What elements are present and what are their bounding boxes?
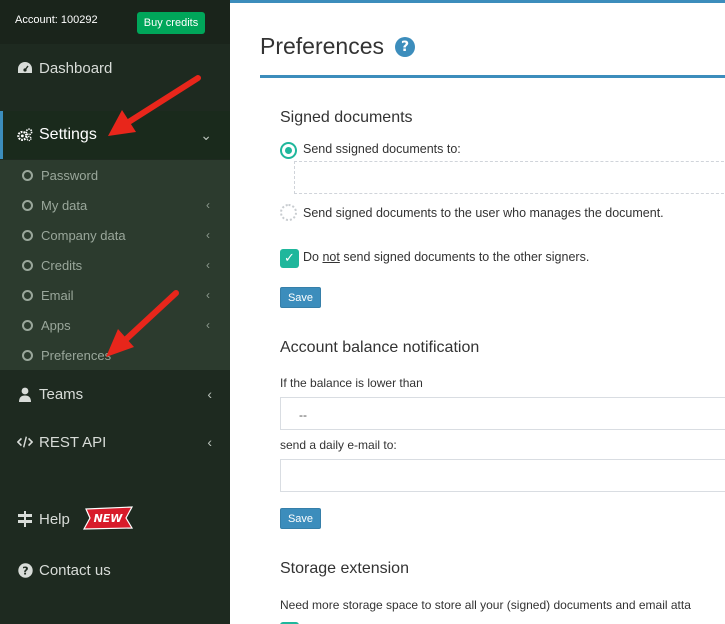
help-icon[interactable]: ? bbox=[395, 37, 415, 57]
sub-item-label: My data bbox=[41, 197, 88, 213]
user-icon bbox=[17, 386, 33, 402]
circle-icon bbox=[22, 199, 33, 211]
threshold-select-value: -- bbox=[299, 408, 307, 422]
checkbox-label-not: not bbox=[322, 250, 340, 264]
sub-item-my-data[interactable]: My data ‹ bbox=[0, 190, 230, 220]
sub-item-label: Company data bbox=[41, 227, 126, 243]
nav-dashboard[interactable]: Dashboard bbox=[0, 52, 230, 84]
sub-item-credits[interactable]: Credits ‹ bbox=[0, 250, 230, 280]
nav-settings-label: Settings bbox=[39, 126, 97, 143]
sub-item-password[interactable]: Password bbox=[0, 160, 230, 190]
svg-text:?: ? bbox=[22, 564, 28, 577]
sub-item-label: Credits bbox=[41, 257, 83, 273]
sub-item-preferences[interactable]: Preferences bbox=[0, 340, 230, 370]
chevron-left-icon: ‹ bbox=[207, 434, 212, 450]
sub-item-company-data[interactable]: Company data ‹ bbox=[0, 220, 230, 250]
circle-icon bbox=[22, 169, 33, 181]
sub-item-label: Preferences bbox=[41, 347, 112, 363]
nav-teams-label: Teams bbox=[39, 385, 84, 403]
gears-icon bbox=[17, 127, 33, 143]
no-send-signers-checkbox[interactable]: ✓ bbox=[280, 249, 299, 268]
send-to-email-field[interactable] bbox=[294, 161, 725, 194]
sub-item-label: Email bbox=[41, 287, 74, 303]
sub-item-label: Apps bbox=[41, 317, 71, 333]
chevron-left-icon: ‹ bbox=[207, 386, 212, 402]
radio-send-to-label: Send ssigned documents to: bbox=[303, 142, 461, 156]
buy-credits-button[interactable]: Buy credits bbox=[137, 12, 205, 34]
nav-settings[interactable]: Settings ⌄ bbox=[0, 111, 230, 159]
main-content: Preferences ? Signed documents Send ssig… bbox=[230, 0, 725, 624]
checkbox-label-post: send signed documents to the other signe… bbox=[339, 250, 590, 264]
circle-icon bbox=[22, 229, 33, 241]
radio-send-to-manager[interactable] bbox=[280, 204, 297, 221]
title-divider bbox=[260, 75, 725, 78]
sidebar: Account: 100292 Buy credits Dashboard Se… bbox=[0, 0, 230, 624]
nav-dashboard-label: Dashboard bbox=[39, 59, 113, 77]
account-bar: Account: 100292 Buy credits bbox=[0, 0, 230, 44]
code-icon bbox=[17, 434, 33, 450]
chevron-left-icon: ‹ bbox=[206, 318, 210, 332]
save-button-signed-documents[interactable]: Save bbox=[280, 287, 321, 308]
circle-icon bbox=[22, 259, 33, 271]
settings-submenu: Password My data ‹ Company data ‹ Credit… bbox=[0, 160, 230, 370]
nav-help-label: Help bbox=[39, 510, 70, 528]
email-label: send a daily e-mail to: bbox=[280, 438, 397, 452]
chevron-left-icon: ‹ bbox=[206, 258, 210, 272]
radio-send-to-manager-label: Send signed documents to the user who ma… bbox=[303, 206, 664, 220]
circle-icon bbox=[22, 289, 33, 301]
sub-item-apps[interactable]: Apps ‹ bbox=[0, 310, 230, 340]
section-title-balance: Account balance notification bbox=[280, 339, 480, 356]
circle-icon bbox=[22, 349, 33, 361]
threshold-label: If the balance is lower than bbox=[280, 376, 423, 390]
nav-rest-api-label: REST API bbox=[39, 433, 107, 451]
account-label: Account: 100292 bbox=[15, 14, 98, 26]
new-badge: NEW bbox=[82, 506, 134, 530]
nav-contact-us-label: Contact us bbox=[39, 561, 111, 579]
daily-email-field[interactable] bbox=[280, 459, 725, 492]
page-title: Preferences bbox=[260, 33, 385, 59]
section-title-storage: Storage extension bbox=[280, 560, 409, 577]
radio-send-to[interactable] bbox=[280, 142, 297, 159]
circle-icon bbox=[22, 319, 33, 331]
question-circle-icon: ? bbox=[17, 562, 33, 578]
save-button-balance[interactable]: Save bbox=[280, 508, 321, 529]
storage-description: Need more storage space to store all you… bbox=[280, 598, 691, 612]
nav-teams[interactable]: Teams ‹ bbox=[0, 378, 230, 410]
signpost-icon bbox=[17, 511, 33, 527]
nav-contact-us[interactable]: ? Contact us bbox=[0, 554, 230, 586]
no-send-signers-label: Do not send signed documents to the othe… bbox=[303, 250, 589, 264]
threshold-select[interactable]: -- bbox=[280, 397, 725, 430]
checkbox-label-pre: Do bbox=[303, 250, 323, 264]
dashboard-icon bbox=[17, 60, 33, 76]
chevron-left-icon: ‹ bbox=[206, 288, 210, 302]
new-badge-text: NEW bbox=[94, 512, 124, 525]
chevron-down-icon: ⌄ bbox=[200, 126, 212, 143]
sub-item-email[interactable]: Email ‹ bbox=[0, 280, 230, 310]
section-title-signed-documents: Signed documents bbox=[280, 109, 413, 126]
nav-rest-api[interactable]: REST API ‹ bbox=[0, 426, 230, 458]
sub-item-label: Password bbox=[41, 167, 99, 183]
chevron-left-icon: ‹ bbox=[206, 198, 210, 212]
chevron-left-icon: ‹ bbox=[206, 228, 210, 242]
